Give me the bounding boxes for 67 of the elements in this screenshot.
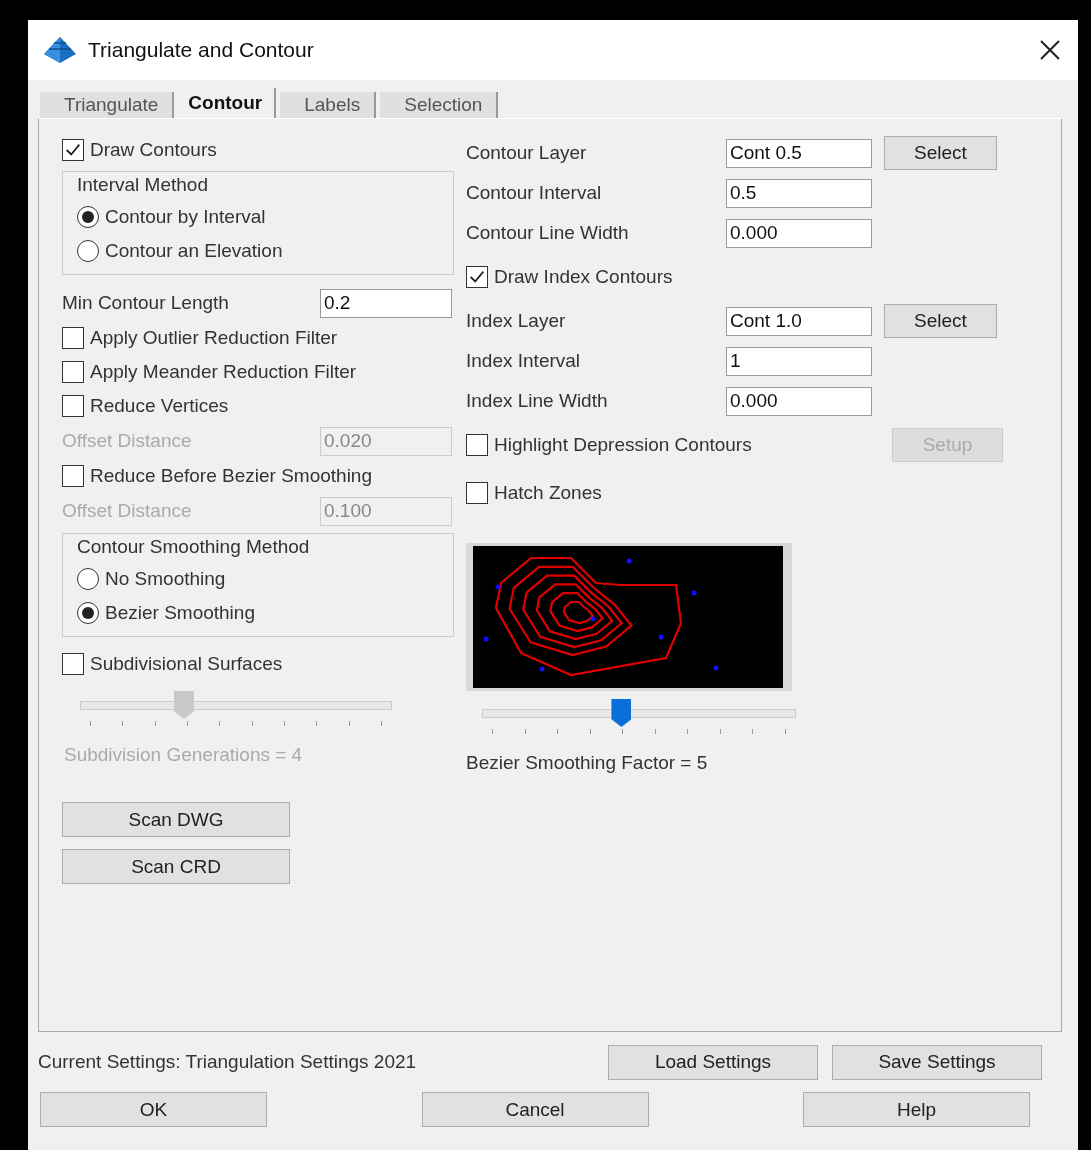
- current-settings-text: Current Settings: Triangulation Settings 2021: [38, 1051, 417, 1073]
- checkbox[interactable]: [62, 327, 84, 349]
- field-label: Min Contour Length: [62, 292, 230, 314]
- check-icon: [64, 141, 82, 159]
- input-field[interactable]: 1: [726, 346, 872, 376]
- checkbox[interactable]: [62, 653, 84, 675]
- field-label: Offset Distance: [62, 500, 193, 522]
- radio-button[interactable]: [77, 206, 99, 228]
- check-icon: [468, 268, 486, 286]
- checkbox[interactable]: [62, 395, 84, 417]
- input-field[interactable]: Cont 0.5: [726, 138, 872, 168]
- checkbox[interactable]: [62, 361, 84, 383]
- scan-button[interactable]: Scan CRD: [62, 849, 290, 884]
- checkbox-label[interactable]: Reduce Vertices: [90, 395, 229, 417]
- checkbox-label[interactable]: Apply Outlier Reduction Filter: [90, 327, 338, 349]
- checkbox-label[interactable]: Hatch Zones: [494, 482, 892, 504]
- input-field[interactable]: 0.000: [726, 218, 872, 248]
- field-label: Contour Layer: [466, 142, 588, 164]
- field-label: Index Line Width: [466, 390, 609, 412]
- checkbox-label[interactable]: Highlight Depression Contours: [494, 434, 892, 456]
- field-label: Offset Distance: [62, 430, 193, 452]
- tab[interactable]: Selection: [380, 92, 499, 118]
- pyramid-icon: [44, 37, 76, 63]
- radio-button[interactable]: [77, 568, 99, 590]
- checkbox[interactable]: [62, 139, 84, 161]
- checkbox[interactable]: [466, 482, 488, 504]
- checkbox-label[interactable]: Draw Index Contours: [494, 266, 892, 288]
- select-button[interactable]: Select: [884, 304, 997, 338]
- window-title: Triangulate and Contour: [88, 38, 314, 62]
- checkbox-label[interactable]: Draw Contours: [90, 139, 217, 161]
- slider-thumb[interactable]: [611, 699, 632, 727]
- field-label: Contour Line Width: [466, 222, 630, 244]
- checkbox-label[interactable]: Apply Meander Reduction Filter: [90, 361, 357, 383]
- input-field[interactable]: Cont 1.0: [726, 306, 872, 336]
- settings-button[interactable]: Save Settings: [832, 1044, 1042, 1080]
- radio-label[interactable]: Contour by Interval: [105, 206, 266, 228]
- radio-label[interactable]: Bezier Smoothing: [105, 602, 255, 624]
- field-label: Index Interval: [466, 350, 582, 372]
- slider[interactable]: [80, 691, 392, 721]
- checkbox[interactable]: [466, 266, 488, 288]
- scan-button[interactable]: Scan DWG: [62, 802, 290, 837]
- radio-button[interactable]: [77, 602, 99, 624]
- checkbox-label[interactable]: Reduce Before Bezier Smoothing: [90, 465, 372, 487]
- dialog-button[interactable]: Help: [803, 1092, 1030, 1127]
- group-title: Interval Method: [77, 174, 209, 197]
- dialog-button[interactable]: OK: [40, 1092, 267, 1127]
- checkbox[interactable]: [62, 465, 84, 487]
- group-title: Contour Smoothing Method: [77, 536, 311, 559]
- input-field[interactable]: 0.000: [726, 386, 872, 416]
- field-label: Index Layer: [466, 310, 567, 332]
- checkbox[interactable]: [466, 434, 488, 456]
- radio-button[interactable]: [77, 240, 99, 262]
- slider[interactable]: [482, 699, 796, 729]
- slider-reading: Bezier Smoothing Factor = 5: [466, 752, 709, 774]
- dialog-button[interactable]: Cancel: [421, 1092, 649, 1127]
- radio-label[interactable]: Contour an Elevation: [105, 240, 283, 262]
- tab[interactable]: Labels: [280, 92, 377, 118]
- radio-label[interactable]: No Smoothing: [105, 568, 226, 590]
- field-label: Contour Interval: [466, 182, 603, 204]
- settings-button[interactable]: Load Settings: [608, 1044, 818, 1080]
- tab[interactable]: Triangulate: [40, 92, 175, 118]
- checkbox-label[interactable]: Subdivisional Surfaces: [90, 653, 283, 675]
- close-icon[interactable]: [1040, 40, 1060, 60]
- input-field[interactable]: 0.2: [320, 288, 452, 318]
- select-button[interactable]: Select: [884, 136, 997, 170]
- slider-reading: Subdivision Generations = 4: [64, 744, 304, 766]
- input-field[interactable]: 0.5: [726, 178, 872, 208]
